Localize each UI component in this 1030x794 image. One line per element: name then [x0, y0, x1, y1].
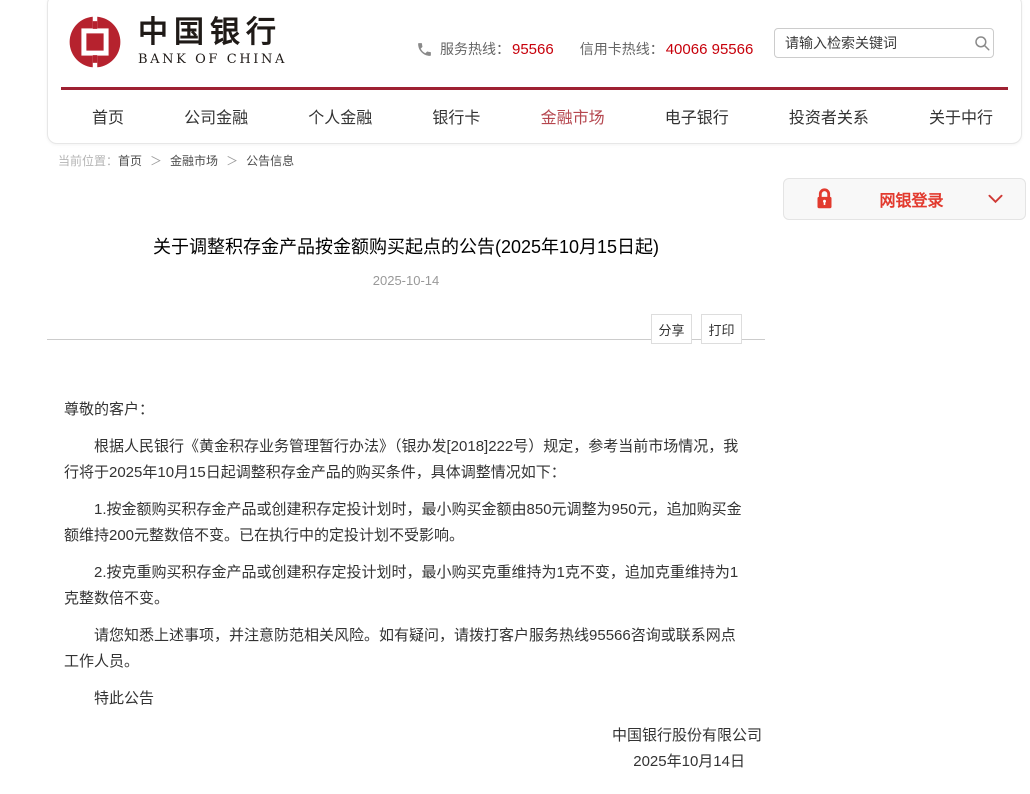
lock-icon	[814, 187, 835, 211]
article-paragraph: 尊敬的客户：	[64, 397, 748, 423]
article-actions: 分享 打印	[47, 288, 765, 340]
header: 中国银行 BANK OF CHINA 服务热线： 95566 信用卡热线： 40…	[47, 0, 1022, 144]
article-paragraph: 特此公告	[64, 686, 748, 712]
bank-of-china-logo[interactable]: 中国银行 BANK OF CHINA	[66, 13, 287, 71]
nav-item[interactable]: 金融市场	[541, 104, 605, 128]
nav-item[interactable]: 关于中行	[929, 104, 993, 128]
article-paragraph: 请您知悉上述事项，并注意防范相关风险。如有疑问，请拨打客户服务热线95566咨询…	[64, 623, 748, 675]
article-paragraph: 1.按金额购买积存金产品或创建积存定投计划时，最小购买金额由850元调整为950…	[64, 497, 748, 549]
breadcrumb-link[interactable]: 公告信息	[246, 152, 294, 169]
search-button[interactable]	[970, 29, 993, 57]
search-input[interactable]	[775, 35, 970, 51]
ebanking-login-label: 网银登录	[835, 187, 988, 211]
breadcrumb: 当前位置： 首页 ＞ 金融市场 ＞ 公告信息 ＞	[58, 152, 294, 169]
service-hotline-number: 95566	[512, 41, 554, 58]
article-paragraph: 2.按克重购买积存金产品或创建积存定投计划时，最小购买克重维持为1克不变，追加克…	[64, 560, 748, 612]
nav-item[interactable]: 投资者关系	[789, 104, 869, 128]
breadcrumb-separator: ＞	[226, 152, 238, 169]
credit-hotline-number: 40066 95566	[666, 41, 754, 58]
logo-cn-name: 中国银行	[138, 17, 287, 49]
nav-item[interactable]: 个人金融	[308, 104, 372, 128]
article-date: 2025-10-14	[47, 273, 765, 288]
search-icon	[973, 34, 991, 52]
article-body: 尊敬的客户： 根据人民银行《黄金积存业务管理暂行办法》（银办发[2018]222…	[47, 397, 765, 712]
logo-text: 中国银行 BANK OF CHINA	[138, 17, 287, 67]
nav-item[interactable]: 公司金融	[184, 104, 248, 128]
service-hotline-label: 服务热线：	[440, 39, 510, 59]
hotline-bar: 服务热线： 95566 信用卡热线： 40066 95566	[416, 39, 753, 59]
nav-item[interactable]: 首页	[92, 104, 124, 128]
logo-en-name: BANK OF CHINA	[138, 52, 287, 67]
main-nav: 首页 公司金融 个人金融 银行卡 金融市场 电子银行 投资者关系 关于中行	[48, 90, 1021, 142]
article-paragraph: 根据人民银行《黄金积存业务管理暂行办法》（银办发[2018]222号）规定，参考…	[64, 434, 748, 486]
header-top: 中国银行 BANK OF CHINA 服务热线： 95566 信用卡热线： 40…	[48, 0, 1021, 87]
breadcrumb-prefix: 当前位置：	[58, 152, 118, 169]
print-button[interactable]: 打印	[701, 314, 742, 344]
signature-block: 中国银行股份有限公司 2025年10月14日	[47, 723, 765, 775]
nav-item[interactable]: 电子银行	[665, 104, 729, 128]
chevron-down-icon[interactable]	[988, 194, 1003, 204]
announcement-article: 关于调整积存金产品按金额购买起点的公告(2025年10月15日起) 2025-1…	[47, 234, 765, 775]
nav-item[interactable]: 银行卡	[432, 104, 480, 128]
breadcrumb-link[interactable]: 金融市场	[170, 152, 218, 169]
article-title: 关于调整积存金产品按金额购买起点的公告(2025年10月15日起)	[47, 234, 765, 260]
search-box	[774, 28, 994, 58]
signature-company: 中国银行股份有限公司	[47, 723, 765, 749]
phone-icon	[416, 41, 433, 58]
credit-hotline-label: 信用卡热线：	[580, 39, 664, 59]
page: 中国银行 BANK OF CHINA 服务热线： 95566 信用卡热线： 40…	[0, 0, 1030, 794]
signature-date: 2025年10月14日	[47, 749, 765, 775]
ebanking-login-panel[interactable]: 网银登录	[783, 178, 1026, 220]
boc-emblem-icon	[66, 13, 124, 71]
share-button[interactable]: 分享	[651, 314, 692, 344]
breadcrumb-link[interactable]: 首页	[118, 152, 142, 169]
breadcrumb-separator: ＞	[150, 152, 162, 169]
